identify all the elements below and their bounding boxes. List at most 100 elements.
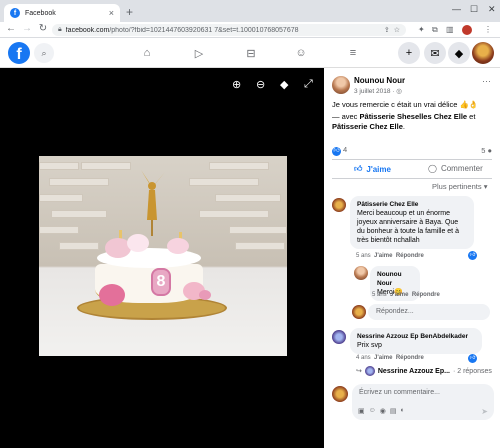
avatar-sticker-icon[interactable]: ◐: [401, 407, 405, 415]
home-icon[interactable]: ⌂: [138, 44, 156, 62]
sticker-icon[interactable]: ▣: [358, 407, 365, 415]
tab-title: Facebook: [25, 9, 56, 17]
view-replies-link[interactable]: ↪ Nessrine Azzouz Ep... · 2 réponses: [356, 366, 492, 376]
comment-meta: 5 ans J'aime Répondre: [356, 253, 424, 259]
post-tags: — avec Pâtisserie Sheselles Chez Elle et…: [332, 112, 476, 131]
comment-like-badge-icon: 👍︎: [468, 354, 477, 363]
divider: [332, 159, 492, 160]
comment-bubble-icon: ●: [487, 145, 492, 155]
divider: [332, 178, 492, 179]
address-toolbar: ← → ↻ 🔒︎ facebook.com/photo/?fbid=102144…: [0, 22, 500, 38]
reply-author-avatar: [364, 366, 375, 376]
comment-like-link[interactable]: J'aime: [374, 253, 392, 259]
comment-like-badge-icon: 👍︎: [468, 251, 477, 260]
reload-icon[interactable]: ↻: [36, 23, 50, 34]
comment-like-link[interactable]: J'aime: [390, 292, 408, 298]
sort-dropdown[interactable]: Plus pertinents ▾: [432, 182, 487, 191]
new-tab-icon[interactable]: +: [126, 5, 133, 19]
profile-icon[interactable]: [462, 25, 472, 35]
post-panel: Nounou Nour 3 juillet 2018 · ◎ ··· Je vo…: [324, 68, 500, 448]
minimize-icon[interactable]: —: [452, 4, 461, 14]
post-text: Je vous remercie c était un vrai délice …: [332, 100, 479, 109]
comment-input[interactable]: Écrivez un commentaire... ▣ ☺ ◉ ▤ ◐ ➤: [352, 384, 494, 420]
bookmark-star-icon[interactable]: ☆: [394, 26, 400, 34]
facebook-favicon-icon: f: [10, 8, 20, 18]
comment-button[interactable]: ◯ Commenter: [428, 164, 483, 173]
reactions-bar: 👍︎ 4 5 ●: [332, 144, 492, 156]
zoom-in-icon[interactable]: ⊕: [232, 78, 241, 91]
browser-tabbar: f Facebook × + — ☐ ✕: [0, 0, 500, 22]
reply-arrow-icon: ↪: [356, 368, 362, 375]
cake-number: 8: [151, 268, 171, 296]
comment-text: Merci beaucoup et un énorme joyeux anniv…: [357, 210, 459, 244]
zoom-out-icon[interactable]: ⊖: [256, 78, 265, 91]
comment-like-link[interactable]: J'aime: [374, 355, 392, 361]
poster-name[interactable]: Nounou Nour: [354, 76, 405, 85]
emoji-icon[interactable]: ☺: [369, 407, 376, 415]
commenter-name[interactable]: Nessrine Azzouz Ep BenAbdelkader: [357, 332, 475, 341]
forward-icon[interactable]: →: [20, 23, 34, 34]
profile-avatar[interactable]: [472, 42, 494, 64]
share-icon[interactable]: ⇪: [384, 26, 390, 34]
camera-icon[interactable]: ◉: [380, 407, 386, 415]
commenter-avatar[interactable]: [332, 330, 346, 344]
photo-viewer: ⊕ ⊖ ◆ ⤢ 8: [0, 68, 324, 448]
facebook-logo-icon[interactable]: f: [8, 42, 30, 64]
compose-tools: ▣ ☺ ◉ ▤ ◐: [358, 407, 405, 415]
groups-icon[interactable]: ☺: [292, 44, 310, 62]
my-avatar: [332, 386, 348, 402]
comment-icon: ◯: [428, 164, 437, 173]
browser-tab[interactable]: f Facebook ×: [4, 4, 120, 22]
video-icon[interactable]: ▷: [190, 44, 208, 62]
fairy-topper: [141, 170, 165, 236]
extension-icon[interactable]: ✦: [418, 25, 425, 34]
globe-icon: ◎: [396, 88, 402, 95]
poster-avatar[interactable]: [332, 76, 350, 94]
commenter-name[interactable]: Nounou Nour: [377, 270, 413, 288]
cake-photo: 8: [39, 156, 287, 356]
like-button[interactable]: 👍︎ J'aime: [354, 164, 391, 174]
comment-bubble: Nessrine Azzouz Ep BenAbdelkader Prix sv…: [350, 328, 482, 354]
comment-reply-link[interactable]: Répondre: [396, 355, 424, 361]
notifications-bell-icon[interactable]: ◆: [448, 42, 470, 64]
back-icon[interactable]: ←: [4, 23, 18, 34]
comment-text: Prix svp: [357, 342, 382, 349]
thumbs-up-icon: 👍︎: [354, 164, 363, 173]
reactions-count[interactable]: 👍︎ 4: [332, 145, 347, 156]
chrome-menu-icon[interactable]: ⋮: [484, 25, 492, 34]
post-date[interactable]: 3 juillet 2018 · ◎: [354, 87, 402, 95]
comment-bubble: Pâtisserie Chez Elle Merci beaucoup et u…: [350, 196, 474, 249]
commenter-avatar[interactable]: [332, 198, 346, 212]
tag-icon[interactable]: ◆: [280, 78, 288, 91]
url-text: facebook.com/photo/?fbid=102144760392063…: [65, 26, 299, 34]
comment-meta: 4 ans J'aime Répondre: [356, 355, 424, 361]
close-window-icon[interactable]: ✕: [488, 4, 496, 15]
tab-close-icon[interactable]: ×: [109, 8, 114, 18]
maximize-icon[interactable]: ☐: [470, 4, 478, 15]
menu-icon[interactable]: ≡: [344, 44, 362, 62]
comments-count[interactable]: 5 ●: [481, 146, 492, 155]
like-reaction-icon: 👍︎: [332, 146, 341, 156]
messenger-icon[interactable]: ✉: [424, 42, 446, 64]
comment-reply-link[interactable]: Répondre: [412, 292, 440, 298]
send-icon[interactable]: ➤: [481, 407, 488, 416]
fullscreen-icon[interactable]: ⤢: [304, 78, 313, 91]
facebook-header: f ⌕ ⌂ ▷ ⊟ ☺ ≡ + ✉ ◆: [0, 38, 500, 68]
reply-avatar: [352, 305, 366, 319]
reply-input[interactable]: Répondez...: [368, 304, 490, 320]
url-bar[interactable]: 🔒︎ facebook.com/photo/?fbid=102144760392…: [52, 24, 406, 36]
puzzle-icon[interactable]: ⧉: [432, 25, 438, 35]
comment-meta: 5 ans J'aime Répondre: [372, 292, 440, 298]
sidepanel-icon[interactable]: ▥: [446, 25, 454, 34]
search-icon[interactable]: ⌕: [34, 43, 54, 63]
tag-link-1[interactable]: Pâtisserie Sheselles Chez Elle: [360, 112, 468, 121]
tag-link-2[interactable]: Pâtisserie Chez Elle: [332, 122, 403, 131]
marketplace-icon[interactable]: ⊟: [242, 44, 260, 62]
lock-icon: 🔒︎: [58, 26, 62, 33]
commenter-avatar[interactable]: [354, 266, 368, 280]
more-options-icon[interactable]: ···: [482, 76, 491, 86]
create-plus-icon[interactable]: +: [398, 42, 420, 64]
commenter-name[interactable]: Pâtisserie Chez Elle: [357, 200, 467, 209]
comment-reply-link[interactable]: Répondre: [396, 253, 424, 259]
gif-icon[interactable]: ▤: [390, 407, 397, 415]
